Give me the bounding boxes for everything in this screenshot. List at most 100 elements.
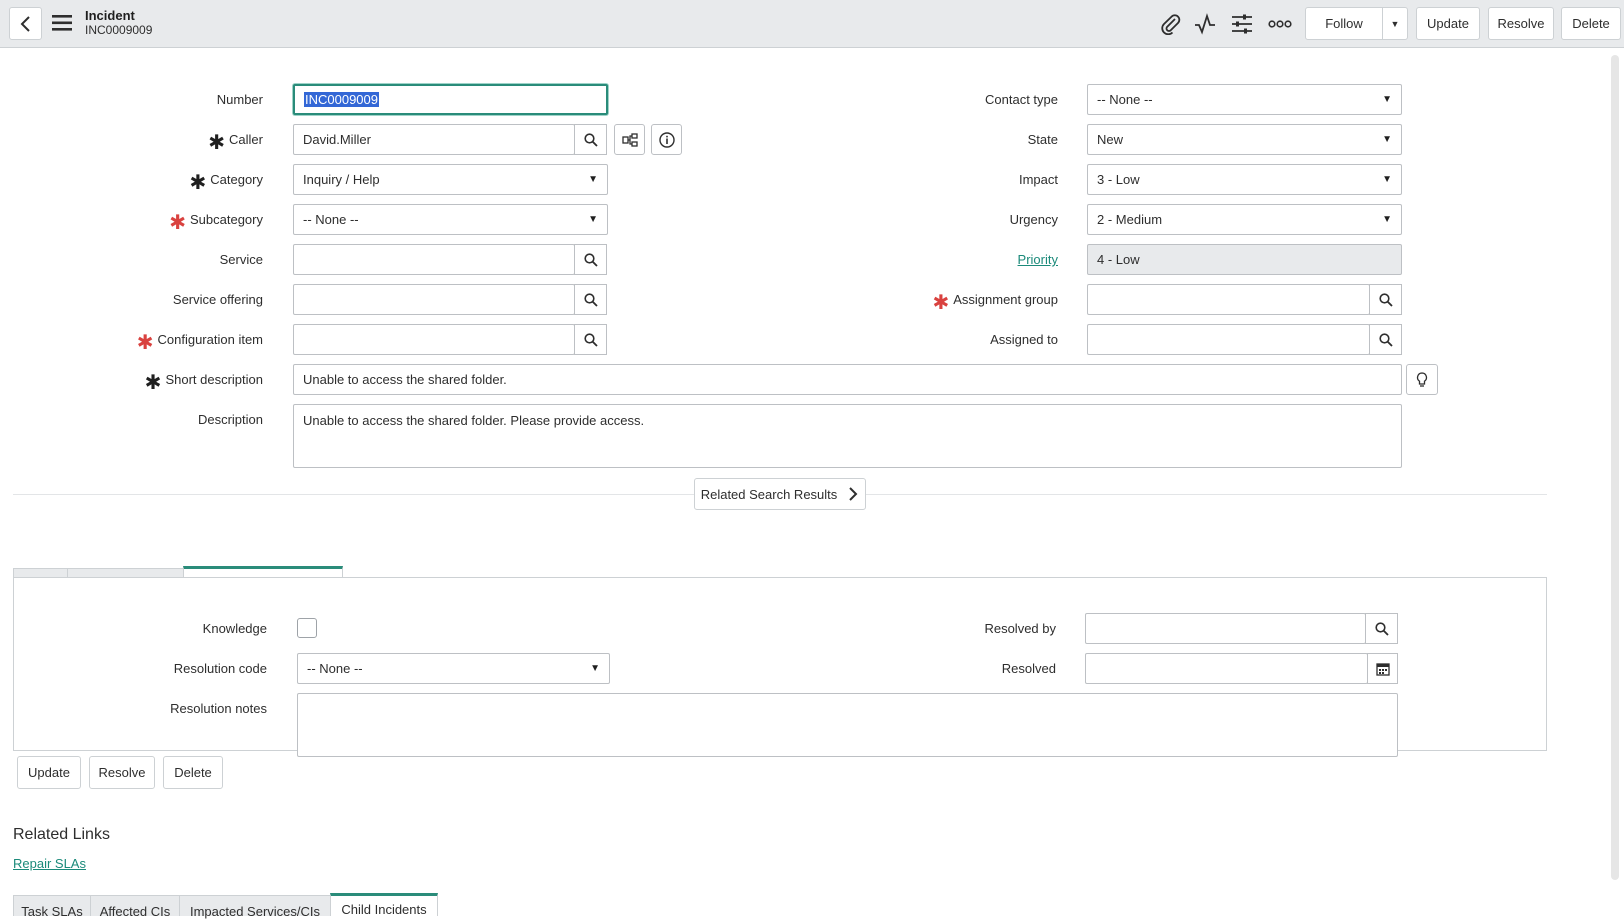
- resolved-by-lookup-button[interactable]: [1365, 613, 1398, 644]
- back-button[interactable]: [9, 7, 42, 40]
- caller-label: ✱ Caller: [208, 132, 263, 154]
- subcategory-label: ✱ Subcategory: [169, 212, 263, 234]
- required-asterisk-icon: ✱: [136, 332, 154, 354]
- more-options-icon[interactable]: [1268, 12, 1292, 36]
- delete-button[interactable]: Delete: [1561, 7, 1621, 40]
- required-asterisk-icon: ✱: [169, 212, 186, 234]
- resolved-label: Resolved: [1001, 661, 1056, 676]
- required-asterisk-icon: ✱: [189, 172, 207, 194]
- priority-link[interactable]: Priority: [1018, 252, 1058, 267]
- number-label: Number: [216, 92, 263, 107]
- resolve-button[interactable]: Resolve: [1488, 7, 1554, 40]
- page-scrollbar[interactable]: [1611, 55, 1619, 880]
- urgency-select[interactable]: 2 - Medium ▼: [1087, 204, 1402, 235]
- knowledge-checkbox[interactable]: [297, 618, 317, 638]
- search-icon: [1378, 292, 1393, 307]
- assignment-group-label: ✱ Assignment group: [932, 292, 1058, 314]
- chevron-down-icon: ▼: [588, 174, 598, 185]
- search-icon: [583, 332, 598, 347]
- category-label: ✱ Category: [189, 172, 263, 194]
- assigned-to-input[interactable]: [1087, 324, 1370, 355]
- short-description-input[interactable]: Unable to access the shared folder.: [293, 364, 1402, 395]
- assignment-group-input[interactable]: [1087, 284, 1370, 315]
- assignment-group-lookup-button[interactable]: [1369, 284, 1402, 315]
- service-input[interactable]: [293, 244, 575, 275]
- service-offering-lookup-button[interactable]: [574, 284, 607, 315]
- description-textarea[interactable]: Unable to access the shared folder. Plea…: [293, 404, 1402, 468]
- priority-field: 4 - Low: [1087, 244, 1402, 275]
- follow-dropdown-button[interactable]: ▼: [1382, 7, 1408, 40]
- hierarchy-icon: [621, 132, 638, 147]
- configuration-item-lookup-button[interactable]: [574, 324, 607, 355]
- resolved-by-label: Resolved by: [984, 621, 1056, 636]
- record-type-title: Incident: [85, 8, 135, 23]
- chevron-down-icon: ▼: [1382, 94, 1392, 105]
- bottom-resolve-button[interactable]: Resolve: [89, 756, 155, 789]
- resolved-calendar-button[interactable]: [1367, 653, 1398, 684]
- resolution-notes-textarea[interactable]: [297, 693, 1398, 757]
- subcategory-select[interactable]: -- None -- ▼: [293, 204, 608, 235]
- state-select[interactable]: New ▼: [1087, 124, 1402, 155]
- suggestion-button[interactable]: [1406, 364, 1438, 395]
- urgency-label: Urgency: [1009, 212, 1058, 227]
- resolved-by-input[interactable]: [1085, 613, 1366, 644]
- caller-hierarchy-button[interactable]: [614, 124, 645, 155]
- chevron-down-icon: ▼: [1382, 134, 1392, 145]
- impact-label: Impact: [1018, 172, 1058, 187]
- search-icon: [1378, 332, 1393, 347]
- short-description-label: ✱ Short description: [144, 372, 263, 394]
- personalize-sliders-icon[interactable]: [1230, 12, 1254, 36]
- resolution-notes-label: Resolution notes: [170, 701, 267, 716]
- number-input[interactable]: INC0009009: [293, 84, 608, 115]
- assigned-to-lookup-button[interactable]: [1369, 324, 1402, 355]
- description-label: Description: [197, 412, 263, 427]
- info-icon: [658, 131, 675, 148]
- paperclip-icon[interactable]: [1158, 12, 1182, 36]
- chevron-down-icon: ▼: [588, 214, 598, 225]
- tab-affected-cis[interactable]: Affected CIs: [90, 895, 180, 919]
- chevron-down-icon: ▼: [1382, 214, 1392, 225]
- tab-task-slas[interactable]: Task SLAs: [13, 895, 91, 919]
- activity-pulse-icon[interactable]: [1193, 12, 1217, 36]
- assigned-to-label: Assigned to: [990, 332, 1058, 347]
- update-button[interactable]: Update: [1416, 7, 1480, 40]
- service-label: Service: [219, 252, 263, 267]
- search-icon: [583, 132, 598, 147]
- bottom-update-button[interactable]: Update: [17, 756, 81, 789]
- category-select[interactable]: Inquiry / Help ▼: [293, 164, 608, 195]
- tab-impacted-services[interactable]: Impacted Services/CIs: [179, 895, 331, 919]
- caller-info-button[interactable]: [651, 124, 682, 155]
- caller-input[interactable]: David.Miller: [293, 124, 575, 155]
- resolution-code-label: Resolution code: [173, 661, 267, 676]
- configuration-item-input[interactable]: [293, 324, 575, 355]
- state-label: State: [1027, 132, 1058, 147]
- configuration-item-label: ✱ Configuration item: [136, 332, 263, 354]
- record-number-subtitle: INC0009009: [85, 23, 153, 37]
- priority-label: Priority: [880, 252, 1058, 268]
- impact-select[interactable]: 3 - Low ▼: [1087, 164, 1402, 195]
- repair-slas-link[interactable]: Repair SLAs: [13, 856, 86, 871]
- search-icon: [583, 292, 598, 307]
- tab-child-incidents[interactable]: Child Incidents: [330, 893, 438, 917]
- resolved-input[interactable]: [1085, 653, 1368, 684]
- related-search-results-button[interactable]: Related Search Results: [694, 478, 866, 510]
- number-value: INC0009009: [304, 92, 379, 107]
- chevron-down-icon: ▼: [1382, 174, 1392, 185]
- search-icon: [583, 252, 598, 267]
- required-asterisk-icon: ✱: [932, 292, 950, 314]
- caret-down-icon: ▼: [1390, 18, 1400, 29]
- bottom-delete-button[interactable]: Delete: [163, 756, 223, 789]
- resolution-code-select[interactable]: -- None -- ▼: [297, 653, 610, 684]
- lightbulb-icon: [1416, 371, 1428, 387]
- chevron-right-icon: [849, 487, 858, 501]
- service-offering-input[interactable]: [293, 284, 575, 315]
- caller-lookup-button[interactable]: [574, 124, 607, 155]
- service-offering-label: Service offering: [172, 292, 263, 307]
- hamburger-menu-icon[interactable]: [52, 14, 74, 32]
- service-lookup-button[interactable]: [574, 244, 607, 275]
- required-asterisk-icon: ✱: [208, 132, 226, 154]
- search-icon: [1374, 621, 1389, 636]
- knowledge-label: Knowledge: [202, 621, 267, 636]
- follow-button[interactable]: Follow: [1305, 7, 1383, 40]
- contact-type-select[interactable]: -- None -- ▼: [1087, 84, 1402, 115]
